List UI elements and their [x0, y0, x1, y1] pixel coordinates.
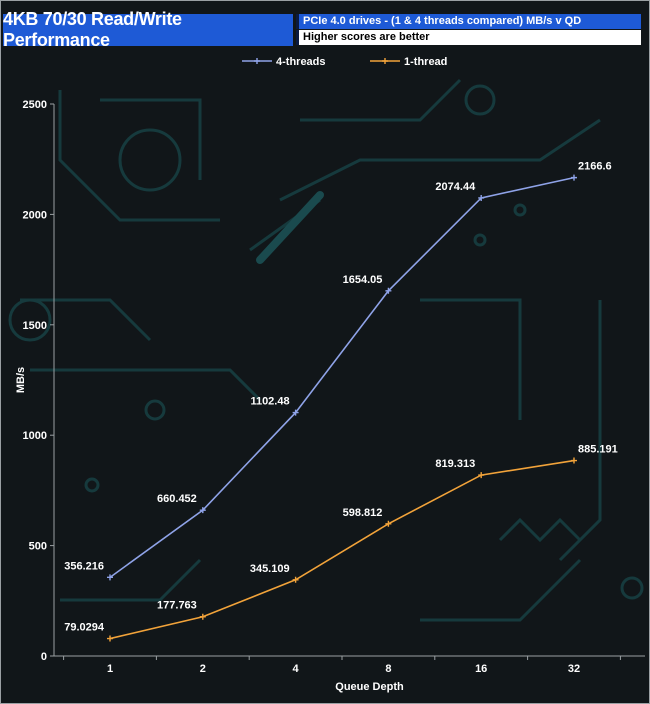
- chart-note: Higher scores are better: [296, 30, 641, 45]
- x-tick-label: 1: [107, 663, 113, 675]
- circuit-node: [144, 399, 166, 421]
- data-point: [571, 174, 577, 181]
- circuit-trace: [100, 98, 202, 180]
- data-point: [199, 613, 206, 620]
- y-tick-label: 1500: [23, 320, 47, 332]
- y-tick-label: 2000: [23, 209, 47, 221]
- chart-canvas: 0 500 1000 1500 2000 2500 1 2 4 8 16 32 Queue Depth M…: [8, 56, 645, 693]
- circuit-trace: [420, 558, 582, 622]
- data-point: [478, 472, 485, 479]
- data-label: 1654.05: [343, 274, 383, 286]
- y-tick-label: 0: [41, 651, 47, 663]
- x-tick-label: 16: [475, 663, 487, 675]
- x-axis-title: Queue Depth: [335, 681, 404, 693]
- data-label: 356.216: [64, 560, 104, 572]
- circuit-node: [84, 477, 100, 493]
- y-tick-label: 1000: [23, 430, 47, 442]
- chart-axes: 0 500 1000 1500 2000 2500 1 2 4 8 16 32 Queue Depth M…: [15, 99, 645, 693]
- data-label: 345.109: [250, 563, 290, 575]
- x-tick-label: 4: [293, 663, 300, 675]
- data-label: 885.191: [578, 444, 618, 456]
- circuit-trace: [498, 517, 582, 543]
- circuit-trace: [420, 298, 522, 420]
- x-tick-label: 8: [385, 663, 391, 675]
- data-point: [571, 457, 577, 464]
- data-label: 2074.44: [435, 181, 476, 193]
- series-line-1: [109, 459, 575, 640]
- legend-marker: [254, 58, 260, 64]
- data-label: 79.0294: [64, 622, 105, 634]
- data-point: [107, 635, 113, 642]
- circuit-bar: [256, 191, 324, 264]
- chart-title: 4KB 70/30 Read/Write Performance: [3, 9, 293, 50]
- circuit-node: [464, 84, 496, 116]
- circuit-node: [513, 203, 527, 217]
- y-tick-label: 2500: [23, 99, 47, 111]
- chart-legend: 4-threads 1-thread: [242, 56, 447, 68]
- circuit-node: [620, 576, 644, 600]
- data-label: 1102.48: [250, 396, 289, 408]
- chart-subtitle: PCIe 4.0 drives - (1 & 4 threads compare…: [296, 14, 641, 29]
- circuit-background: [8, 78, 644, 622]
- circuit-node: [118, 128, 182, 192]
- data-label: 660.452: [157, 493, 197, 505]
- circuit-node: [473, 233, 487, 247]
- x-tick-label: 32: [568, 663, 580, 675]
- data-label: 598.812: [343, 507, 383, 519]
- circuit-trace: [558, 300, 602, 562]
- circuit-trace: [30, 368, 262, 402]
- legend-label: 4-threads: [276, 56, 326, 68]
- circuit-trace: [58, 90, 220, 222]
- data-label: 177.763: [157, 600, 197, 612]
- data-label: 819.313: [435, 458, 475, 470]
- x-tick-label: 2: [200, 663, 206, 675]
- chart-series: 356.216 660.452 1102.48 1654.05 2074.44 2166.…: [64, 161, 618, 642]
- data-label: 2166.6: [578, 161, 612, 173]
- y-tick-label: 500: [29, 541, 47, 553]
- y-axis-title: MB/s: [15, 367, 27, 393]
- circuit-trace: [300, 78, 462, 122]
- legend-marker: [382, 58, 388, 64]
- legend-label: 1-thread: [404, 56, 447, 68]
